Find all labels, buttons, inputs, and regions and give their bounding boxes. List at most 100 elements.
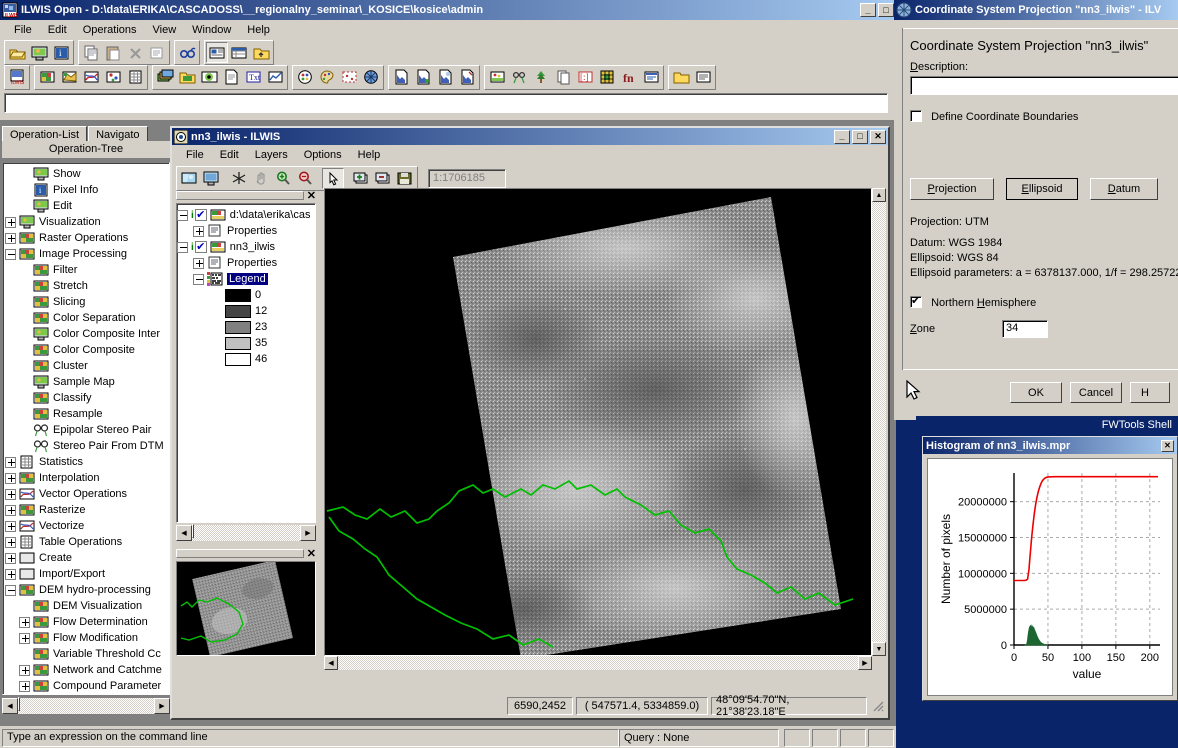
layer-scroll-left[interactable]: ◀ [176,525,192,541]
expand-icon[interactable] [5,472,16,484]
layer-info-icon[interactable]: i [191,242,194,253]
operation-tree-item[interactable]: Color Composite [5,342,169,358]
menu-file[interactable]: File [6,22,40,38]
save-icon[interactable] [394,167,416,189]
collapse-icon[interactable] [177,241,188,253]
operation-tree-item[interactable]: Edit [5,198,169,214]
operation-tree-item[interactable]: Filter [5,262,169,278]
script-icon[interactable] [640,66,662,88]
menu-edit[interactable]: Edit [40,22,75,38]
legend-entry[interactable]: 46 [225,351,315,367]
map-close-button[interactable]: ✕ [870,129,886,144]
display-options-icon[interactable] [200,167,222,189]
layer-scroll-right[interactable]: ▶ [300,525,316,541]
operation-tree[interactable]: Show i Pixel Info Edit Visualization Raster O… [2,162,170,695]
delete-icon[interactable] [124,42,146,63]
create-table-icon[interactable] [124,66,146,88]
operation-tree-item[interactable]: Slicing [5,294,169,310]
layer-tree-item[interactable]: i ✔ d:\data\erika\cas [177,207,315,223]
pointer-icon[interactable] [322,167,344,189]
open-map-icon[interactable] [178,167,200,189]
expand-icon[interactable] [5,232,16,244]
operation-tree-item[interactable]: Show [5,166,169,182]
layer-tree-item[interactable]: i ✔ nn3_ilwis [177,239,315,255]
operation-tree-item[interactable]: Classify [5,390,169,406]
map-maximize-button[interactable]: □ [852,129,868,144]
expand-icon[interactable] [19,616,30,628]
georeference-icon[interactable] [338,66,360,88]
create-point-map-icon[interactable] [102,66,124,88]
coordinate-system-globe-icon[interactable] [360,66,382,88]
operation-tree-item[interactable]: DEM Visualization [5,598,169,614]
map-scroll-left[interactable]: ◀ [324,656,338,670]
operation-tree-item[interactable]: Color Composite Inter [5,326,169,342]
map-scale-field[interactable]: 1:1706185 [428,168,506,188]
define-boundaries-checkbox[interactable] [910,110,922,122]
map-vscroll-track[interactable] [872,202,886,642]
paste-icon[interactable] [102,42,124,63]
cancel-button[interactable]: Cancel [1070,382,1122,403]
tab-operation-list[interactable]: Operation-List [2,126,88,141]
map-hscroll-track[interactable] [338,656,858,670]
operation-tree-item[interactable]: Network and Catchme [5,662,169,678]
expand-icon[interactable] [193,257,204,269]
operation-tree-item[interactable]: Resample [5,406,169,422]
legend-entry[interactable]: 12 [225,303,315,319]
map-minimize-button[interactable]: _ [834,129,850,144]
datum-button[interactable]: Datum [1090,178,1158,200]
layer-tree[interactable]: i ✔ d:\data\erika\cas Properties i ✔ nn3_ilwis… [176,203,316,523]
map-menu-edit[interactable]: Edit [212,147,247,163]
operation-tree-item[interactable]: Table Operations [5,534,169,550]
scroll-left-arrow[interactable]: ◀ [2,698,18,714]
operation-tree-item[interactable]: Raster Operations [5,230,169,246]
expand-icon[interactable] [5,488,16,500]
matrix-icon[interactable]: [:] [574,66,596,88]
maximize-button[interactable]: □ [878,3,894,17]
operation-tree-item[interactable]: Variable Threshold Cc [5,646,169,662]
operation-tree-item[interactable]: Cluster [5,358,169,374]
map-list-icon[interactable] [154,66,176,88]
copy-object-icon[interactable] [552,66,574,88]
map-menu-file[interactable]: File [178,147,212,163]
operation-tree-item[interactable]: Rasterize [5,502,169,518]
ellipsoid-button[interactable]: Ellipsoid [1006,178,1078,200]
overview-close-icon[interactable]: ✕ [307,547,316,560]
function-icon[interactable]: fn [618,66,640,88]
new-document-icon[interactable] [220,66,242,88]
operation-tree-item[interactable]: DEM hydro-processing [5,582,169,598]
operation-tree-item[interactable]: Stretch [5,278,169,294]
operation-tree-item[interactable]: i Pixel Info [5,182,169,198]
collapse-icon[interactable] [177,209,188,221]
description-input[interactable] [910,76,1178,95]
layer-scroll-thumb[interactable] [192,524,194,538]
map-resize-grip[interactable] [870,698,886,714]
map-scroll-down[interactable]: ▼ [872,642,886,656]
tree-icon[interactable] [530,66,552,88]
northern-hemisphere-row[interactable]: Northern Hemisphere [910,294,1036,309]
map-view-2-icon[interactable] [412,66,434,88]
zoom-out-icon[interactable] [294,167,316,189]
scroll-thumb[interactable] [18,697,20,711]
collapse-icon[interactable] [5,248,16,260]
tab-navigator[interactable]: Navigato [88,126,148,141]
overview-grip-bar[interactable] [176,549,304,558]
collapse-icon[interactable] [193,273,204,285]
ok-button[interactable]: OK [1010,382,1062,403]
legend-entry[interactable]: 0 [225,287,315,303]
open-map-folder-icon[interactable] [176,66,198,88]
collapse-icon[interactable] [5,584,16,596]
operation-tree-item[interactable]: Flow Modification [5,630,169,646]
show-map-icon[interactable] [28,42,50,63]
add-layer-icon[interactable] [350,167,372,189]
create-raster-map-icon[interactable] [36,66,58,88]
create-polygon-map-icon[interactable] [58,66,80,88]
zoom-in-icon[interactable] [272,167,294,189]
up-one-level-icon[interactable] [250,42,272,63]
expand-icon[interactable] [5,568,16,580]
open-icon[interactable] [6,42,28,63]
copy-icon[interactable] [80,42,102,63]
legend-entry[interactable]: 23 [225,319,315,335]
expand-icon[interactable] [5,520,16,532]
expand-icon[interactable] [19,680,30,692]
map-overview-thumbnail[interactable] [176,561,316,656]
